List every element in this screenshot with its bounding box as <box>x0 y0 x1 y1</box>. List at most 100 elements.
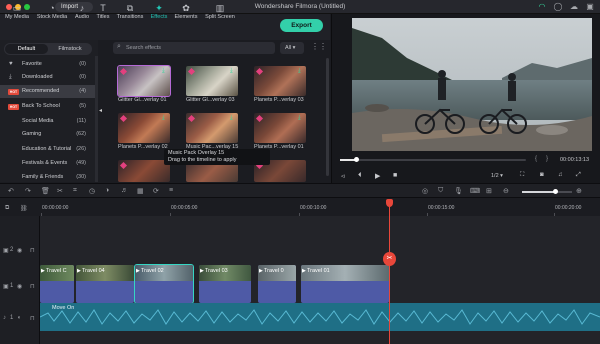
category-gaming[interactable]: Gaming (62) <box>0 128 95 141</box>
effect-label: Glitter Gl...verlay 03 <box>186 97 235 103</box>
preview-quality-dropdown[interactable]: 1/2 ▾ <box>491 173 503 179</box>
effect-thumbnail[interactable]: ⤓ <box>117 65 171 97</box>
crop-icon[interactable]: ⌗ <box>73 187 77 195</box>
video-clip[interactable]: ▶ Travel 02 <box>134 264 194 304</box>
video-clip[interactable]: ▶ Travel 04 <box>76 265 134 303</box>
effect-thumbnail[interactable]: ⤓ <box>118 113 170 143</box>
add-track-icon[interactable]: ⧉ <box>5 205 9 212</box>
category-back-to-school[interactable]: HOT Back To School (5) <box>0 100 95 113</box>
grid-view-icon[interactable]: ⋮⋮ <box>311 42 327 51</box>
download-icon: ⤓ <box>230 68 233 74</box>
voiceover-icon[interactable]: ⌨ <box>470 187 480 195</box>
tab-default[interactable]: Default <box>5 44 48 54</box>
tab-audio[interactable]: ♪ Audio <box>72 0 92 26</box>
eye-icon[interactable]: ◉ <box>17 247 22 254</box>
preview-progress-bar[interactable] <box>340 159 526 161</box>
category-festivals-events[interactable]: Festivals & Events (49) <box>0 157 95 170</box>
category-social-media[interactable]: Social Media (11) <box>0 115 95 128</box>
text-icon: T <box>100 3 106 13</box>
video-clip[interactable]: ▶ Travel 01 <box>301 265 389 303</box>
download-icon: ⤓ <box>162 68 165 74</box>
marker-icon[interactable]: ⛉ <box>438 187 443 195</box>
search-placeholder: Search effects <box>126 45 162 51</box>
category-downloaded[interactable]: ⤓ Downloaded (0) <box>0 71 95 84</box>
audio-icon[interactable]: ♬ <box>121 187 128 194</box>
playhead-handle[interactable] <box>386 199 393 207</box>
volume-icon[interactable]: ♫ <box>558 172 563 178</box>
previous-frame-icon[interactable]: ◃ <box>341 172 345 180</box>
export-button[interactable]: Export <box>280 19 323 32</box>
redo-icon[interactable]: ↷ <box>25 187 31 195</box>
tab-split-screen[interactable]: ▥ Split Screen <box>202 0 238 26</box>
video-clip[interactable]: ▶ Travel C <box>40 265 74 303</box>
mark-in-icon[interactable]: { <box>535 156 537 162</box>
ruler-time: 00:00:15:00 <box>428 205 455 211</box>
fullscreen-icon[interactable]: ⛶ <box>520 172 524 179</box>
tab-elements[interactable]: ✿ Elements <box>172 0 200 26</box>
tab-transitions[interactable]: ⧉ Transitions <box>114 0 146 26</box>
effects-scrollbar[interactable] <box>326 58 329 176</box>
category-favorite[interactable]: ♥ Favorite (0) <box>0 58 95 71</box>
tab-my-media[interactable]: ▭ My Media <box>2 0 32 26</box>
effect-thumbnail[interactable]: ⤓ <box>186 113 238 143</box>
tab-stock-media[interactable]: ◔ Stock Media <box>34 0 70 26</box>
tab-effects[interactable]: ✦ Effects <box>148 0 170 26</box>
lock-icon[interactable]: ⊓ <box>30 247 35 254</box>
download-icon: ⤓ <box>9 74 12 80</box>
filter-dropdown[interactable]: All ▾ <box>280 42 304 54</box>
video-track-icon: ▣ <box>3 248 9 254</box>
category-education-tutorial[interactable]: Education & Tutorial (26) <box>0 143 95 156</box>
audio-clip[interactable] <box>39 303 600 331</box>
effect-thumbnail[interactable]: ⤓ <box>254 66 306 96</box>
motion-icon[interactable]: ⟳ <box>153 187 159 195</box>
eye-icon[interactable]: ◉ <box>17 283 22 290</box>
effect-tooltip: Music Pack Overlay 15 Drag to the timeli… <box>164 149 270 165</box>
play-icon: ▶ <box>136 268 140 274</box>
effect-thumbnail[interactable] <box>118 160 170 182</box>
speed-icon[interactable]: ◷ <box>89 187 95 195</box>
effect-thumbnail[interactable]: ⤓ <box>186 66 238 96</box>
tab-titles[interactable]: T Titles <box>94 0 112 26</box>
headset-icon[interactable]: ◠ <box>537 2 547 12</box>
color-icon[interactable]: ◑ <box>105 187 109 194</box>
tab-filmstock[interactable]: Filmstock <box>49 44 91 54</box>
video-clip[interactable]: ▶ Travel 0 <box>258 265 296 303</box>
play-icon: ▶ <box>41 268 45 274</box>
delete-icon[interactable]: 🗑 <box>41 187 50 195</box>
zoom-out-icon[interactable]: ⊖ <box>503 187 509 195</box>
zoom-in-icon[interactable]: ⊕ <box>576 187 582 195</box>
hot-badge: HOT <box>8 89 19 95</box>
undo-icon[interactable]: ↶ <box>8 187 14 195</box>
play-icon[interactable]: ▶ <box>375 172 380 180</box>
collapse-panel-icon[interactable]: ◂ <box>99 107 102 114</box>
preview-scrubber[interactable] <box>354 157 359 162</box>
ruler-time: 00:00:00:00 <box>42 205 69 211</box>
volume-icon[interactable]: ◖ <box>17 315 21 321</box>
green-screen-icon[interactable]: ▦ <box>137 187 144 195</box>
render-icon[interactable]: ◎ <box>422 187 428 195</box>
lock-icon[interactable]: ⊓ <box>30 283 35 290</box>
mic-icon[interactable]: 🎙 <box>454 187 463 195</box>
cloud-upload-icon[interactable]: ☁ <box>569 2 579 12</box>
lock-icon[interactable]: ⊓ <box>30 315 35 322</box>
step-back-icon[interactable]: ⏴ <box>358 172 362 180</box>
notification-icon[interactable]: ▣ <box>585 2 595 12</box>
link-icon[interactable]: ⛓ <box>20 205 28 212</box>
stop-icon[interactable]: ■ <box>393 172 397 179</box>
track-number: 2 <box>10 247 14 253</box>
adjust-icon[interactable]: ≡ <box>169 187 173 194</box>
video-clip[interactable]: ▶ Travel 03 <box>199 265 251 303</box>
music-note-icon: ♪ <box>79 3 85 13</box>
playhead[interactable] <box>389 199 390 344</box>
expand-icon[interactable]: ⤢ <box>576 172 581 179</box>
zoom-slider-knob[interactable] <box>553 189 558 194</box>
cut-icon[interactable]: ✂ <box>57 187 63 195</box>
snap-icon[interactable]: ⊞ <box>486 187 492 195</box>
mark-out-icon[interactable]: } <box>546 156 548 162</box>
category-recommended[interactable]: HOT Recommended (4) <box>0 85 95 98</box>
hot-badge: HOT <box>8 104 19 110</box>
effect-thumbnail[interactable]: ⤓ <box>254 113 306 143</box>
scissors-icon[interactable]: ✂ <box>383 252 396 266</box>
account-icon[interactable]: ◯ <box>553 2 563 12</box>
snapshot-icon[interactable]: ◙ <box>540 172 544 178</box>
